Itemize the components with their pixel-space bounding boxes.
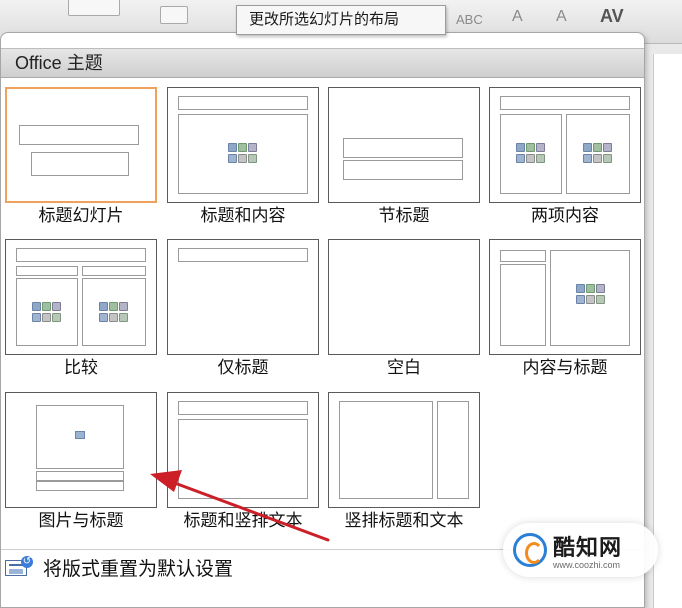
ribbon-glyph: ABC — [456, 12, 483, 27]
layout-thumbnail — [167, 239, 319, 355]
layout-tooltip: 更改所选幻灯片的布局 — [236, 5, 446, 35]
slide-sheet — [653, 54, 682, 608]
layout-vertical-title-text[interactable]: 竖排标题和文本 — [328, 392, 480, 532]
content-icons — [32, 302, 62, 324]
reset-layout-label: 将版式重置为默认设置 — [43, 558, 234, 580]
layout-gallery: 标题幻灯片 标题和内容 节标题 两项内容 比较 仅标题 空白 内容与标题 图片与… — [1, 79, 644, 551]
layout-gallery-panel: Office 主题 标题幻灯片 标题和内容 节标题 两项内容 比较 仅标题 空白… — [0, 32, 645, 608]
picture-icon — [75, 431, 85, 439]
content-icons — [576, 284, 606, 306]
reset-layout-button[interactable]: ↺ 将版式重置为默认设置 — [5, 553, 233, 581]
layout-thumbnail — [489, 239, 641, 355]
vertical-title-placeholder — [437, 401, 469, 499]
layout-blank[interactable]: 空白 — [328, 239, 480, 379]
layout-two-content[interactable]: 两项内容 — [489, 87, 641, 227]
title-placeholder — [19, 125, 139, 145]
ribbon-glyph: AV — [600, 6, 624, 26]
watermark-title: 酷知网 — [553, 535, 623, 560]
layout-title-only[interactable]: 仅标题 — [167, 239, 319, 379]
watermark-logo-icon — [513, 533, 547, 567]
ribbon-glyph: A — [512, 8, 523, 25]
content-icons — [583, 143, 613, 165]
layout-thumbnail — [5, 87, 157, 203]
layout-thumbnail — [167, 87, 319, 203]
ribbon-small-button[interactable] — [160, 6, 188, 24]
layout-title-slide[interactable]: 标题幻灯片 — [5, 87, 157, 227]
subtitle-placeholder — [31, 152, 129, 176]
ribbon-layout-button[interactable] — [68, 0, 120, 16]
heading-placeholder-right — [82, 266, 146, 276]
title-placeholder — [178, 401, 308, 415]
text-placeholder — [36, 481, 124, 491]
layout-title-content[interactable]: 标题和内容 — [167, 87, 319, 227]
title-placeholder — [178, 248, 308, 262]
title-placeholder — [343, 138, 463, 158]
watermark: 酷知网 www.coozhi.com — [503, 523, 658, 577]
title-placeholder — [36, 471, 124, 481]
layout-thumbnail — [328, 87, 480, 203]
caption-text-placeholder — [500, 264, 546, 346]
layout-content-with-caption[interactable]: 内容与标题 — [489, 239, 641, 379]
layout-label: 仅标题 — [217, 358, 269, 377]
layout-thumbnail — [5, 239, 157, 355]
layout-label: 标题和竖排文本 — [183, 511, 303, 530]
layout-title-vertical-text[interactable]: 标题和竖排文本 — [167, 392, 319, 532]
watermark-url: www.coozhi.com — [553, 560, 621, 570]
reset-layout-icon: ↺ — [5, 556, 35, 578]
layout-thumbnail — [489, 87, 641, 203]
caption-title-placeholder — [500, 250, 546, 262]
layout-label: 图片与标题 — [38, 511, 124, 530]
layout-thumbnail — [5, 392, 157, 508]
layout-label: 节标题 — [378, 206, 430, 225]
content-icons — [228, 143, 258, 165]
heading-placeholder-left — [16, 266, 78, 276]
theme-header: Office 主题 — [1, 48, 644, 78]
slide-canvas — [645, 44, 682, 608]
layout-comparison[interactable]: 比较 — [5, 239, 157, 379]
layout-thumbnail — [167, 392, 319, 508]
title-placeholder — [500, 96, 630, 110]
text-placeholder — [343, 160, 463, 180]
content-icons — [99, 302, 129, 324]
layout-label: 标题和内容 — [200, 206, 286, 225]
layout-label: 两项内容 — [531, 206, 599, 225]
layout-thumbnail — [328, 392, 480, 508]
title-placeholder — [16, 248, 146, 262]
content-icons — [516, 143, 546, 165]
layout-label: 比较 — [64, 358, 98, 377]
layout-label: 竖排标题和文本 — [344, 511, 464, 530]
layout-picture-with-caption[interactable]: 图片与标题 — [5, 392, 157, 532]
layout-label: 标题幻灯片 — [38, 206, 124, 225]
ribbon-glyph: A — [556, 8, 567, 25]
layout-label: 空白 — [387, 358, 421, 377]
vertical-text-placeholder — [339, 401, 433, 499]
title-placeholder — [178, 96, 308, 110]
layout-label: 内容与标题 — [522, 358, 608, 377]
layout-section-header[interactable]: 节标题 — [328, 87, 480, 227]
vertical-text-placeholder — [178, 419, 308, 499]
layout-thumbnail — [328, 239, 480, 355]
